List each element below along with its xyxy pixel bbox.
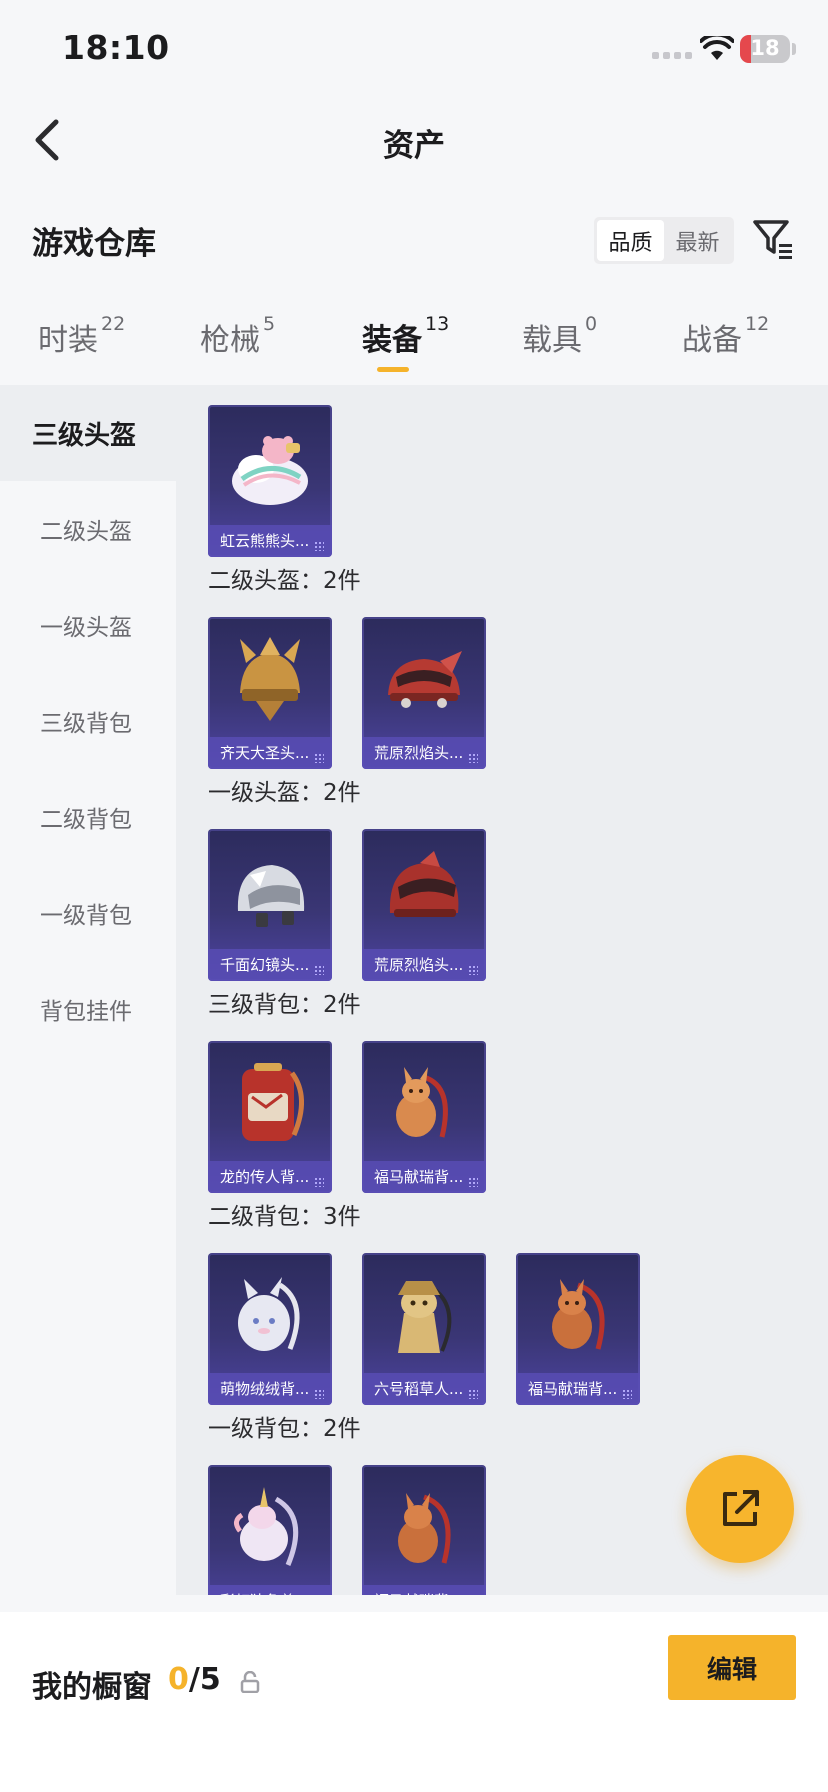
tab-gear[interactable]: 战备 12 xyxy=(682,313,769,359)
dragon-backpack-icon xyxy=(242,1063,305,1141)
tab-equipment[interactable]: 装备 13 xyxy=(362,313,449,359)
item-name: 千面幻镜头... xyxy=(208,949,332,981)
item-card[interactable]: 六号稻草人... xyxy=(362,1253,486,1405)
item-card[interactable]: 虹云熊熊头... xyxy=(208,405,332,557)
sidebar-item-backpack-charm[interactable]: 背包挂件 xyxy=(0,961,176,1057)
plush-backpack-icon xyxy=(238,1277,300,1351)
tab-weapons[interactable]: 枪械 5 xyxy=(200,313,275,359)
showcase-title: 我的橱窗 xyxy=(32,1670,152,1705)
item-name: 福马献瑞背... xyxy=(516,1373,640,1405)
page-title: 资产 xyxy=(383,128,445,164)
warehouse-title: 游戏仓库 xyxy=(32,226,156,262)
active-tab-indicator xyxy=(377,367,409,372)
item-card[interactable]: 千面幻镜头... xyxy=(208,829,332,981)
item-card[interactable]: 齐天大圣头... xyxy=(208,617,332,769)
item-name: 荒原烈焰头... xyxy=(362,949,486,981)
sort-newest-button[interactable]: 最新 xyxy=(664,220,731,261)
filter-icon[interactable] xyxy=(752,218,794,260)
item-name: 萌物绒绒背... xyxy=(208,1373,332,1405)
item-name: 齐天大圣头... xyxy=(208,737,332,769)
horse-backpack-icon xyxy=(396,1067,448,1138)
item-name: 龙的传人背... xyxy=(208,1161,332,1193)
group-label: 二级头盔：2件 xyxy=(208,568,361,594)
group-label: 一级背包：2件 xyxy=(208,1416,361,1442)
item-card[interactable]: 福马献瑞背... xyxy=(362,1041,486,1193)
lock-icon xyxy=(240,1671,260,1693)
group-label: 一级头盔：2件 xyxy=(208,780,361,806)
battery-tip xyxy=(792,43,796,55)
sidebar-item-level3-helmet[interactable]: 三级头盔 xyxy=(0,385,176,481)
item-name: 荒原烈焰头... xyxy=(362,737,486,769)
item-card[interactable]: 萌物绒绒背... xyxy=(208,1253,332,1405)
cloud-bear-helmet-icon xyxy=(232,436,308,505)
tab-vehicles[interactable]: 载具 0 xyxy=(522,313,597,359)
red-flame-helmet-icon xyxy=(389,851,459,917)
status-time: 18:10 xyxy=(62,28,170,67)
category-sidebar: 三级头盔 二级头盔 一级头盔 三级背包 二级背包 一级背包 背包挂件 xyxy=(0,385,176,1595)
sidebar-item-level2-helmet[interactable]: 二级头盔 xyxy=(0,481,176,577)
cellular-signal-icon xyxy=(652,52,692,59)
unicorn-backpack-icon xyxy=(234,1487,299,1566)
showcase-bar: 我的橱窗 0/5 编辑 xyxy=(0,1612,828,1792)
item-name: 虹云熊熊头... xyxy=(208,525,332,557)
item-card[interactable]: 福马献瑞背... xyxy=(362,1465,486,1595)
tab-fashion[interactable]: 时装 22 xyxy=(38,313,125,359)
horse-backpack-icon xyxy=(398,1493,451,1564)
item-card[interactable]: 荒原烈焰头... xyxy=(362,617,486,769)
monkey-king-helmet-icon xyxy=(240,637,300,721)
item-card[interactable]: 彩虹独角兽... xyxy=(208,1465,332,1595)
battery-icon: 18 xyxy=(740,35,790,63)
battery-level: 18 xyxy=(750,36,780,60)
group-label: 二级背包：3件 xyxy=(208,1204,361,1230)
red-flame-helmet-icon xyxy=(388,651,462,708)
horse-backpack-icon xyxy=(552,1279,605,1350)
item-name: 彩虹独角兽... xyxy=(208,1585,332,1595)
group-label: 三级背包：2件 xyxy=(208,992,361,1018)
sidebar-item-level1-helmet[interactable]: 一级头盔 xyxy=(0,577,176,673)
sort-quality-button[interactable]: 品质 xyxy=(597,220,664,261)
showcase-count: 0/5 xyxy=(168,1662,221,1697)
edit-button[interactable]: 编辑 xyxy=(668,1635,796,1700)
item-grid: 虹云熊熊头... 二级头盔：2件 齐天大圣头... 荒原烈焰头... 一级头盔：… xyxy=(176,385,828,1595)
share-button[interactable] xyxy=(686,1455,794,1563)
item-card[interactable]: 龙的传人背... xyxy=(208,1041,332,1193)
sidebar-item-level3-backpack[interactable]: 三级背包 xyxy=(0,673,176,769)
item-card[interactable]: 荒原烈焰头... xyxy=(362,829,486,981)
sort-toggle: 品质 最新 xyxy=(594,217,734,264)
item-name: 福马献瑞背... xyxy=(362,1585,486,1595)
sidebar-item-level1-backpack[interactable]: 一级背包 xyxy=(0,865,176,961)
scarecrow-backpack-icon xyxy=(398,1281,452,1353)
item-name: 六号稻草人... xyxy=(362,1373,486,1405)
status-bar: 18:10 18 xyxy=(0,0,828,100)
item-name: 福马献瑞背... xyxy=(362,1161,486,1193)
wifi-icon xyxy=(700,36,734,60)
mirror-helmet-icon xyxy=(237,865,305,927)
sidebar-item-level2-backpack[interactable]: 二级背包 xyxy=(0,769,176,865)
external-link-icon xyxy=(723,1490,759,1526)
category-tabs: 时装 22 枪械 5 装备 13 载具 0 战备 12 xyxy=(0,313,828,385)
item-card[interactable]: 福马献瑞背... xyxy=(516,1253,640,1405)
